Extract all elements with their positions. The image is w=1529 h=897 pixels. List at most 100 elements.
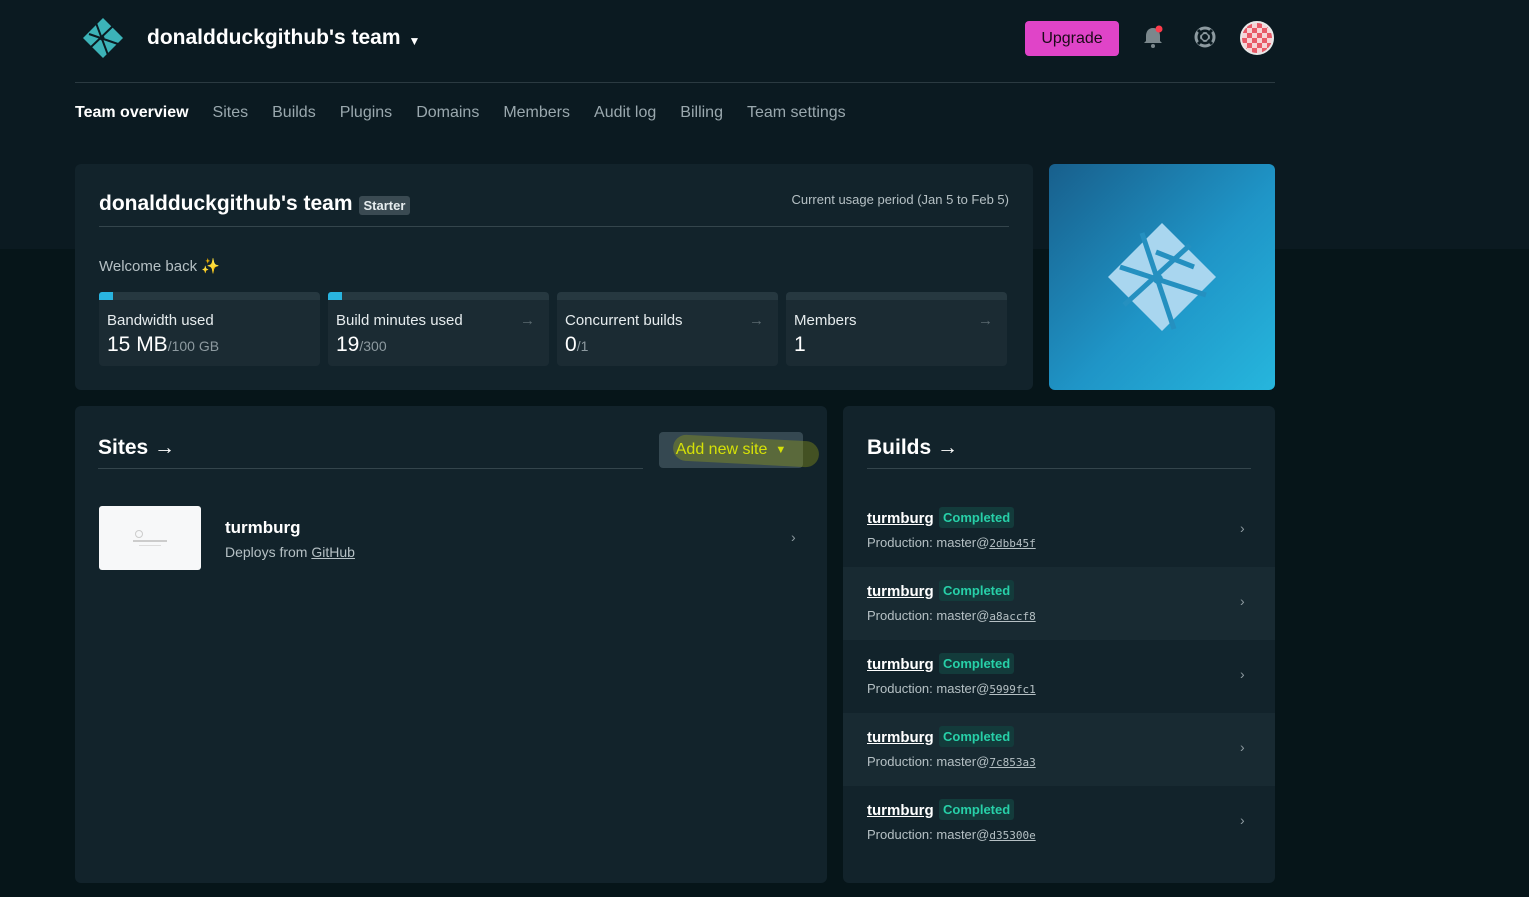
chevron-down-icon: ▼ <box>775 444 787 456</box>
tab-billing[interactable]: Billing <box>680 104 723 122</box>
build-context: Production: master@7c853a3 <box>867 754 1036 769</box>
chevron-right-icon: › <box>1240 812 1245 828</box>
stat-concurrent-builds[interactable]: Concurrent builds → 0/1 <box>557 292 778 366</box>
team-switcher[interactable]: donaldduckgithub's team ▼ <box>147 26 420 50</box>
tab-builds[interactable]: Builds <box>272 104 316 122</box>
build-context: Production: master@d35300e <box>867 827 1036 842</box>
arrow-right-icon: → <box>978 312 993 329</box>
build-site-name[interactable]: turmburg <box>867 729 934 746</box>
usage-stats: Bandwidth used 15 MB/100 GB Build minute… <box>99 292 1007 366</box>
add-new-site-label: Add new site <box>675 441 768 458</box>
build-context-label: Production: <box>867 608 933 623</box>
build-row[interactable]: turmburg Completed Production: master@2d… <box>843 494 1275 567</box>
overview-title: donaldduckgithub's team Starter <box>99 192 411 216</box>
sites-divider <box>98 468 643 469</box>
chevron-right-icon: › <box>1240 739 1245 755</box>
stat-build-minutes[interactable]: Build minutes used → 19/300 <box>328 292 549 366</box>
status-badge: Completed <box>939 726 1015 747</box>
sites-card: Sites → Add new site ▼ turmburg Deploys … <box>75 406 827 883</box>
team-name: donaldduckgithub's team <box>147 26 401 49</box>
build-context-label: Production: <box>867 681 933 696</box>
build-branch: master@ <box>936 827 990 842</box>
stat-label: Concurrent builds <box>565 312 683 329</box>
header-divider <box>75 82 1275 83</box>
stat-members[interactable]: Members → 1 <box>786 292 1007 366</box>
status-badge: Completed <box>939 507 1015 528</box>
stat-value-number: 1 <box>794 333 806 356</box>
bandwidth-progress <box>99 292 113 300</box>
overview-divider <box>99 226 1009 227</box>
chevron-right-icon: › <box>1240 666 1245 682</box>
stat-value-number: 0 <box>565 333 577 356</box>
tab-team-settings[interactable]: Team settings <box>747 104 846 122</box>
build-site-name[interactable]: turmburg <box>867 656 934 673</box>
commit-sha-link[interactable]: 5999fc1 <box>989 683 1035 696</box>
builds-title-link[interactable]: Builds → <box>867 436 958 460</box>
tab-audit-log[interactable]: Audit log <box>594 104 656 122</box>
stat-label: Members <box>794 312 857 329</box>
usage-period: Current usage period (Jan 5 to Feb 5) <box>791 192 1009 207</box>
netlify-hero-card <box>1049 164 1275 390</box>
github-link[interactable]: GitHub <box>311 544 355 560</box>
build-context: Production: master@a8accf8 <box>867 608 1036 623</box>
tab-team-overview[interactable]: Team overview <box>75 104 189 122</box>
commit-sha-link[interactable]: 7c853a3 <box>989 756 1035 769</box>
help-icon[interactable] <box>1193 25 1217 49</box>
netlify-logo-icon <box>1108 223 1216 331</box>
build-row[interactable]: turmburg Completed Production: master@d3… <box>843 786 1275 859</box>
deploy-prefix: Deploys from <box>225 544 308 560</box>
status-badge: Completed <box>939 799 1015 820</box>
tab-domains[interactable]: Domains <box>416 104 479 122</box>
stat-value: 0/1 <box>565 333 770 357</box>
plan-badge: Starter <box>358 196 411 215</box>
arrow-right-icon: → <box>520 312 535 329</box>
commit-sha-link[interactable]: 2dbb45f <box>989 537 1035 550</box>
tab-sites[interactable]: Sites <box>213 104 249 122</box>
build-context-label: Production: <box>867 754 933 769</box>
build-row[interactable]: turmburg Completed Production: master@59… <box>843 640 1275 713</box>
overview-team-name: donaldduckgithub's team <box>99 192 353 215</box>
status-badge: Completed <box>939 653 1015 674</box>
chevron-right-icon: › <box>1240 520 1245 536</box>
upgrade-button[interactable]: Upgrade <box>1025 21 1119 56</box>
welcome-text: Welcome back ✨ <box>99 258 220 275</box>
commit-sha-link[interactable]: d35300e <box>989 829 1035 842</box>
bell-icon[interactable] <box>1142 25 1164 49</box>
stat-label: Build minutes used <box>336 312 463 329</box>
stat-value-number: 19 <box>336 333 360 356</box>
build-branch: master@ <box>936 535 990 550</box>
build-context: Production: master@5999fc1 <box>867 681 1036 696</box>
site-row-turmburg[interactable]: turmburg Deploys from GitHub › <box>98 506 808 570</box>
site-deploy-source: Deploys from GitHub <box>225 544 355 560</box>
tab-members[interactable]: Members <box>503 104 570 122</box>
status-badge: Completed <box>939 580 1015 601</box>
commit-sha-link[interactable]: a8accf8 <box>989 610 1035 623</box>
build-site-name[interactable]: turmburg <box>867 510 934 527</box>
build-row[interactable]: turmburg Completed Production: master@a8… <box>843 567 1275 640</box>
build-branch: master@ <box>936 754 990 769</box>
team-overview-card: donaldduckgithub's team Starter Current … <box>75 164 1033 390</box>
stat-value: 15 MB/100 GB <box>107 333 312 357</box>
build-row[interactable]: turmburg Completed Production: master@7c… <box>843 713 1275 786</box>
avatar[interactable] <box>1240 21 1274 55</box>
build-context-label: Production: <box>867 535 933 550</box>
build-site-name[interactable]: turmburg <box>867 583 934 600</box>
build-site-name[interactable]: turmburg <box>867 802 934 819</box>
thumbnail-detail <box>133 540 167 542</box>
sites-title-link[interactable]: Sites → <box>98 436 175 460</box>
tab-plugins[interactable]: Plugins <box>340 104 392 122</box>
stat-label: Bandwidth used <box>107 312 214 329</box>
netlify-logo-icon[interactable] <box>82 17 124 59</box>
add-new-site-button[interactable]: Add new site ▼ <box>659 432 820 468</box>
chevron-down-icon: ▼ <box>408 34 421 48</box>
team-tabs: Team overview Sites Builds Plugins Domai… <box>75 104 846 122</box>
build-branch: master@ <box>936 681 990 696</box>
builds-divider <box>867 468 1251 469</box>
stat-value: 1 <box>794 333 999 357</box>
site-name: turmburg <box>225 518 301 537</box>
stat-bandwidth: Bandwidth used 15 MB/100 GB <box>99 292 320 366</box>
thumbnail-detail <box>139 545 161 546</box>
stat-value: 19/300 <box>336 333 541 357</box>
stat-value-limit: /300 <box>359 338 387 354</box>
site-thumbnail <box>99 506 201 570</box>
